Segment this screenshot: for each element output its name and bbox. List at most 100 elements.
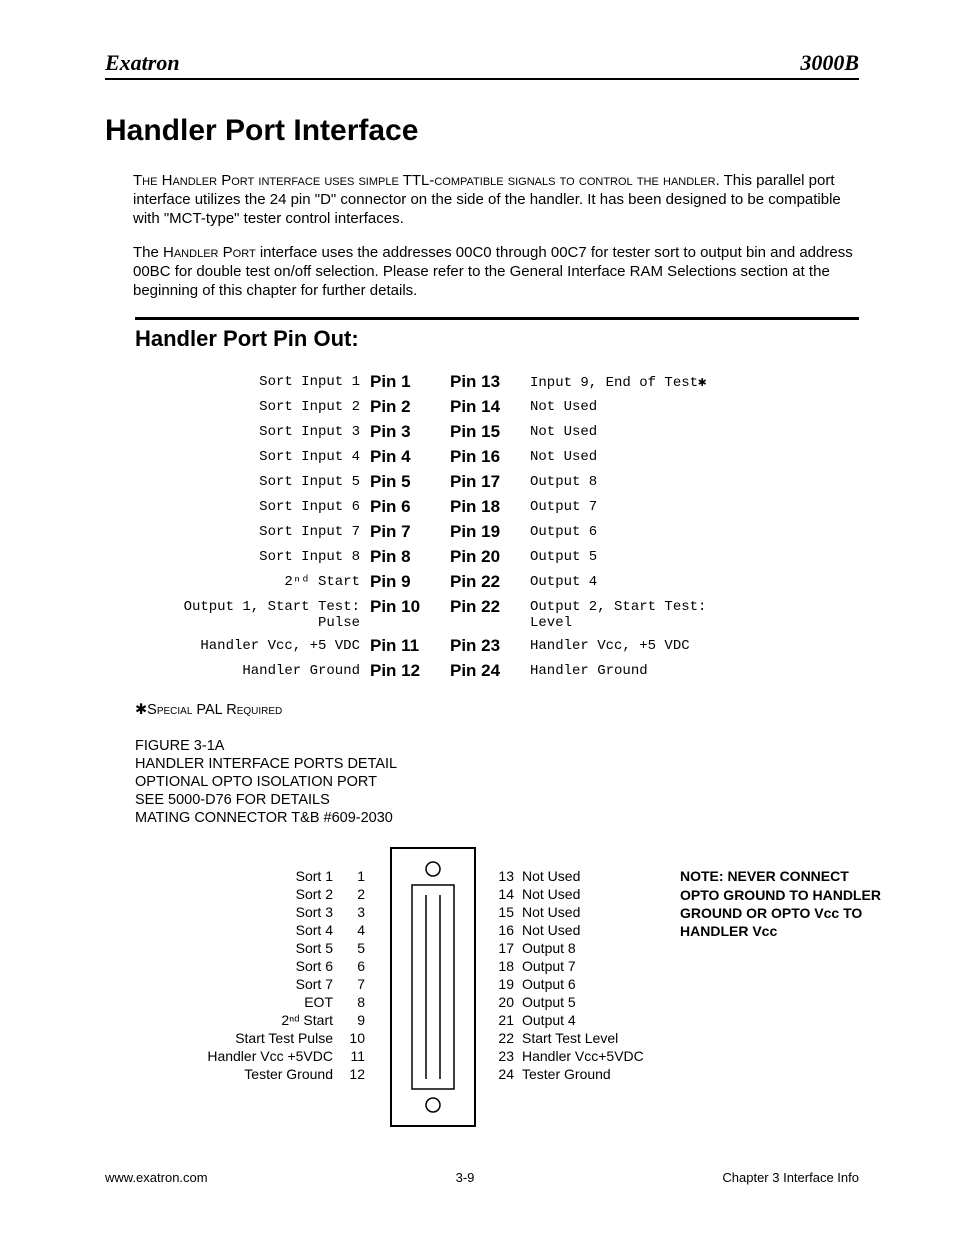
pin-right-label: Pin 24 (450, 661, 530, 681)
connector-pin-right: 14Not Used (490, 885, 644, 903)
figure-line: FIGURE 3-1A (135, 737, 859, 755)
connector-pin-right: 21Output 4 (490, 1011, 644, 1029)
pin-right-label: Pin 18 (450, 497, 530, 517)
pin-right-label: Pin 20 (450, 547, 530, 567)
connector-pin-right: 24Tester Ground (490, 1065, 644, 1083)
connector-pin-left: Sort 66 (105, 957, 365, 975)
pin-row: Output 1, Start Test: PulsePin 10Pin 22O… (155, 597, 859, 631)
pin-row: Sort Input 7Pin 7Pin 19Output 6 (155, 522, 859, 542)
pin-right-label: Pin 23 (450, 636, 530, 656)
pin-right-label: Pin 14 (450, 397, 530, 417)
page-header: Exatron 3000B (105, 50, 859, 80)
para2-a: The (133, 244, 163, 261)
pin-left-desc: Sort Input 5 (155, 472, 370, 490)
figure-line: MATING CONNECTOR T&B #609-2030 (135, 809, 859, 827)
section-divider (135, 317, 859, 320)
pin-left-label: Pin 9 (370, 572, 450, 592)
pin-row: Sort Input 5Pin 5Pin 17Output 8 (155, 472, 859, 492)
pin-left-label: Pin 12 (370, 661, 450, 681)
pin-row: Sort Input 2Pin 2Pin 14Not Used (155, 397, 859, 417)
pin-left-desc: Sort Input 7 (155, 522, 370, 540)
pin-right-desc: Output 5 (530, 547, 730, 565)
pin-row: Sort Input 6Pin 6Pin 18Output 7 (155, 497, 859, 517)
pin-row: Sort Input 8Pin 8Pin 20Output 5 (155, 547, 859, 567)
pin-right-label: Pin 15 (450, 422, 530, 442)
pin-left-desc: Sort Input 2 (155, 397, 370, 415)
connector-icon (390, 847, 476, 1127)
footer-right: Chapter 3 Interface Info (722, 1170, 859, 1185)
connector-pin-left: Tester Ground12 (105, 1065, 365, 1083)
header-right: 3000B (800, 50, 859, 76)
connector-pin-right: 22Start Test Level (490, 1029, 644, 1047)
pin-left-label: Pin 10 (370, 597, 450, 617)
footer-center: 3-9 (456, 1170, 475, 1185)
pin-right-label: Pin 16 (450, 447, 530, 467)
pin-left-label: Pin 5 (370, 472, 450, 492)
pin-left-label: Pin 7 (370, 522, 450, 542)
figure-line: SEE 5000-D76 FOR DETAILS (135, 791, 859, 809)
header-left: Exatron (105, 50, 180, 76)
connector-diagram: Sort 11Sort 22Sort 33Sort 44Sort 55Sort … (105, 847, 859, 1147)
pin-left-label: Pin 4 (370, 447, 450, 467)
pin-right-desc: Not Used (530, 422, 730, 440)
connector-pin-right: 13Not Used (490, 867, 644, 885)
pin-right-label: Pin 22 (450, 572, 530, 592)
pin-left-label: Pin 6 (370, 497, 450, 517)
pin-right-desc: Output 8 (530, 472, 730, 490)
para2-sc: Handler Port (163, 244, 256, 261)
connector-pin-left: Sort 11 (105, 867, 365, 885)
pin-right-label: Pin 19 (450, 522, 530, 542)
pin-row: Sort Input 1Pin 1Pin 13Input 9, End of T… (155, 372, 859, 392)
pin-right-desc: Output 6 (530, 522, 730, 540)
connector-pin-left: Sort 33 (105, 903, 365, 921)
connector-right-pins: 13Not Used14Not Used15Not Used16Not Used… (490, 867, 644, 1083)
connector-pin-left: Handler Vcc +5VDC11 (105, 1047, 365, 1065)
warning-note: NOTE: NEVER CONNECT OPTO GROUND TO HANDL… (680, 867, 890, 940)
pin-right-desc: Not Used (530, 397, 730, 415)
pin-row: Sort Input 4Pin 4Pin 16Not Used (155, 447, 859, 467)
connector-pin-left: 2ⁿᵈ Start9 (105, 1011, 365, 1029)
figure-caption: FIGURE 3-1AHANDLER INTERFACE PORTS DETAI… (135, 737, 859, 828)
connector-pin-right: 19Output 6 (490, 975, 644, 993)
pin-left-desc: Sort Input 8 (155, 547, 370, 565)
pin-left-desc: Sort Input 4 (155, 447, 370, 465)
page-footer: www.exatron.com 3-9 Chapter 3 Interface … (105, 1170, 859, 1185)
pin-left-label: Pin 3 (370, 422, 450, 442)
pin-left-desc: Sort Input 1 (155, 372, 370, 390)
pin-row: 2ⁿᵈ StartPin 9Pin 22Output 4 (155, 572, 859, 592)
notes-block: ✱Special PAL Required FIGURE 3-1AHANDLER… (135, 701, 859, 828)
pin-right-desc: Handler Ground (530, 661, 730, 679)
pin-left-desc: 2ⁿᵈ Start (155, 572, 370, 590)
pin-left-desc: Handler Ground (155, 661, 370, 679)
paragraph-1: The Handler Port interface uses simple T… (133, 172, 859, 228)
pin-right-label: Pin 17 (450, 472, 530, 492)
connector-pin-right: 18Output 7 (490, 957, 644, 975)
pin-right-desc: Output 7 (530, 497, 730, 515)
footer-left: www.exatron.com (105, 1170, 208, 1185)
figure-line: HANDLER INTERFACE PORTS DETAIL (135, 755, 859, 773)
pin-right-desc: Output 2, Start Test: Level (530, 597, 730, 631)
pin-left-label: Pin 1 (370, 372, 450, 392)
pin-right-desc: Output 4 (530, 572, 730, 590)
page-title: Handler Port Interface (105, 114, 859, 148)
body-text: The Handler Port interface uses simple T… (133, 172, 859, 301)
pin-right-label: Pin 13 (450, 372, 530, 392)
subsection-title: Handler Port Pin Out: (135, 326, 859, 352)
pin-right-desc: Handler Vcc, +5 VDC (530, 636, 730, 654)
connector-pin-right: 17Output 8 (490, 939, 644, 957)
pin-left-label: Pin 2 (370, 397, 450, 417)
pinout-table: Sort Input 1Pin 1Pin 13Input 9, End of T… (155, 372, 859, 681)
pin-row: Handler Vcc, +5 VDCPin 11Pin 23Handler V… (155, 636, 859, 656)
pin-row: Sort Input 3Pin 3Pin 15Not Used (155, 422, 859, 442)
connector-pin-left: EOT8 (105, 993, 365, 1011)
connector-pin-right: 20Output 5 (490, 993, 644, 1011)
connector-pin-right: 23Handler Vcc+5VDC (490, 1047, 644, 1065)
figure-line: OPTIONAL OPTO ISOLATION PORT (135, 773, 859, 791)
paragraph-2: The Handler Port interface uses the addr… (133, 244, 859, 300)
connector-pin-left: Sort 22 (105, 885, 365, 903)
pin-right-label: Pin 22 (450, 597, 530, 617)
connector-pin-left: Sort 55 (105, 939, 365, 957)
pin-left-label: Pin 11 (370, 636, 450, 656)
pin-left-desc: Sort Input 6 (155, 497, 370, 515)
pin-right-desc: Input 9, End of Test✱ (530, 372, 730, 391)
